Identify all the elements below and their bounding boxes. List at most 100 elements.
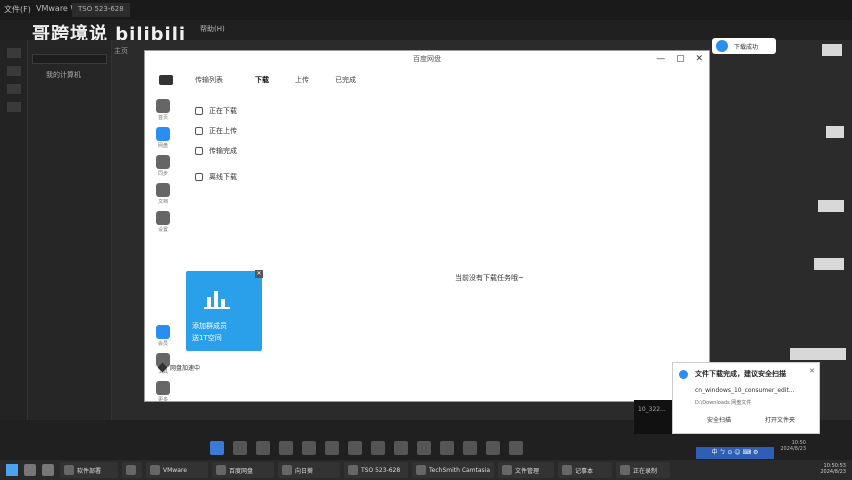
app-icon[interactable]	[279, 441, 293, 455]
screen-artifact	[818, 200, 844, 212]
download-notification: 文件下载完成，建议安全扫描 ✕ cn_windows_10_consumer_e…	[672, 362, 820, 434]
taskbar-app-label: 百度网盘	[229, 467, 254, 475]
task-view-icon[interactable]	[42, 464, 54, 476]
taskbar-app[interactable]: 百度网盘	[212, 462, 274, 478]
taskbar-app-label: VMware	[163, 466, 187, 474]
cloud-icon[interactable]	[156, 127, 170, 141]
info-icon	[679, 370, 688, 379]
taskbar-app[interactable]: 软件部署	[60, 462, 118, 478]
host-menu-label[interactable]: 文件(F)	[4, 4, 31, 15]
tab-upload[interactable]: 上传	[295, 75, 309, 85]
vd-icon[interactable]	[348, 441, 362, 455]
guest-window-title: 百度网盘	[413, 55, 441, 63]
tool-icon[interactable]	[7, 84, 21, 94]
tab-home[interactable]: 主页	[114, 46, 128, 56]
taskbar-app[interactable]: 正在录制	[616, 462, 670, 478]
notification-title: 文件下载完成，建议安全扫描	[695, 370, 786, 378]
sunflower-icon	[282, 465, 292, 475]
ime-toolbar[interactable]: 中 ㄅ ⊙ ☺ ⌨ ⚙	[696, 447, 774, 459]
app-icon[interactable]	[371, 441, 385, 455]
folder-icon	[502, 465, 512, 475]
empty-state-text: 当前没有下载任务哦~	[455, 274, 524, 282]
window-controls: — ▢ ✕	[648, 54, 703, 64]
folder-icon[interactable]	[486, 441, 500, 455]
host-toolbar	[0, 40, 28, 420]
tiktok-icon[interactable]	[302, 441, 316, 455]
guest-taskbar	[210, 438, 640, 458]
tab-done[interactable]: 已完成	[335, 75, 356, 85]
host-taskbar: 软件部署 VMware 百度网盘 向日葵 TSO 523-628 TechSmi…	[0, 460, 852, 480]
close-icon[interactable]: ✕	[255, 270, 263, 278]
settings-icon[interactable]	[156, 211, 170, 225]
wechat-icon[interactable]	[417, 441, 431, 455]
guest-date: 2024/8/23	[780, 446, 806, 452]
host-title-bar: 文件(F) VMware Workstation TSO 523-628	[0, 0, 852, 20]
app-icon[interactable]	[463, 441, 477, 455]
menu-item-offline[interactable]: 离线下载	[195, 167, 237, 187]
scan-button[interactable]: 安全扫描	[707, 415, 731, 424]
taskbar-app[interactable]: TSO 523-628	[344, 462, 408, 478]
sidebar-label: 设置	[157, 227, 168, 233]
minimize-button[interactable]: —	[656, 54, 665, 64]
menu-item-downloading[interactable]: 正在下载	[195, 101, 237, 121]
notepad-icon	[562, 465, 572, 475]
taskbar-app[interactable]: 记事本	[558, 462, 612, 478]
app-icon[interactable]	[394, 441, 408, 455]
monitor-icon	[195, 173, 203, 181]
screen-artifact	[826, 126, 844, 138]
taskbar-app-label: TechSmith Camtasia	[429, 466, 491, 474]
close-button[interactable]: ✕	[695, 54, 703, 64]
screen-artifact	[790, 348, 846, 360]
help-menu[interactable]: 帮助(H)	[200, 24, 225, 38]
notification-close-button[interactable]: ✕	[809, 367, 815, 375]
menu-item-label: 正在上传	[209, 127, 237, 135]
search-icon[interactable]	[24, 464, 36, 476]
sidebar-label: 同步	[157, 171, 168, 177]
vip-icon[interactable]	[156, 325, 170, 339]
transfer-menu: 正在下载 正在上传 传输完成 离线下载	[195, 101, 237, 187]
menu-item-completed[interactable]: 传输完成	[195, 141, 237, 161]
screen-artifact	[814, 258, 844, 270]
maximize-button[interactable]: ▢	[676, 54, 685, 64]
sync-icon[interactable]	[156, 155, 170, 169]
taskbar-app[interactable]	[122, 462, 142, 478]
tool-icon[interactable]	[7, 66, 21, 76]
library-search-input[interactable]	[32, 54, 107, 64]
download-success-toast[interactable]: 下载成功	[712, 38, 776, 54]
menu-item-uploading[interactable]: 正在上传	[195, 121, 237, 141]
promo-banner[interactable]: ✕ 添加群成员 送1T空间	[186, 270, 263, 351]
taskbar-app[interactable]: 文件管理	[498, 462, 554, 478]
tab-vm[interactable]: TSO 523-628	[72, 3, 130, 17]
speed-status[interactable]: 网盘加速中	[157, 362, 201, 373]
sidebar-label: 网盘	[157, 143, 168, 149]
home-icon[interactable]	[156, 99, 170, 113]
promo-line2: 送1T空间	[192, 334, 222, 342]
toast-label: 下载成功	[734, 43, 759, 51]
app-icon[interactable]	[440, 441, 454, 455]
edge-icon[interactable]	[256, 441, 270, 455]
windows-start-icon[interactable]	[6, 464, 18, 476]
tool-icon[interactable]	[7, 48, 21, 58]
host-clock[interactable]: 10:50:53 2024/8/23	[820, 463, 846, 475]
baidu-netdisk-window: 百度网盘 — ▢ ✕ 传输列表 下载 上传 已完成 首页 网盘 同步 文档 设置…	[144, 50, 710, 403]
open-folder-button[interactable]: 打开文件夹	[765, 415, 795, 424]
document-icon[interactable]	[156, 183, 170, 197]
speed-status-label: 网盘加速中	[170, 365, 201, 372]
tab-transfer[interactable]: 传输列表	[195, 75, 223, 85]
taskbar-app[interactable]: VMware	[146, 462, 208, 478]
search-icon[interactable]	[233, 441, 247, 455]
app-icon[interactable]	[325, 441, 339, 455]
library-item-my-computer[interactable]: 我的计算机	[28, 70, 111, 80]
tab-download[interactable]: 下载	[255, 75, 269, 85]
app-icon[interactable]	[509, 441, 523, 455]
download-icon	[195, 107, 203, 115]
taskbar-app[interactable]: 向日葵	[278, 462, 340, 478]
tool-icon[interactable]	[7, 102, 21, 112]
taskbar-app[interactable]: TechSmith Camtasia	[412, 462, 494, 478]
promo-line1: 添加群成员	[192, 322, 227, 330]
notification-filename[interactable]: cn_windows_10_consumer_edit...	[695, 387, 795, 394]
taskbar-app-label: 向日葵	[295, 467, 314, 475]
guest-clock: 10:50 2024/8/23	[780, 440, 806, 452]
start-icon[interactable]	[210, 441, 224, 455]
more-icon[interactable]	[156, 381, 170, 395]
